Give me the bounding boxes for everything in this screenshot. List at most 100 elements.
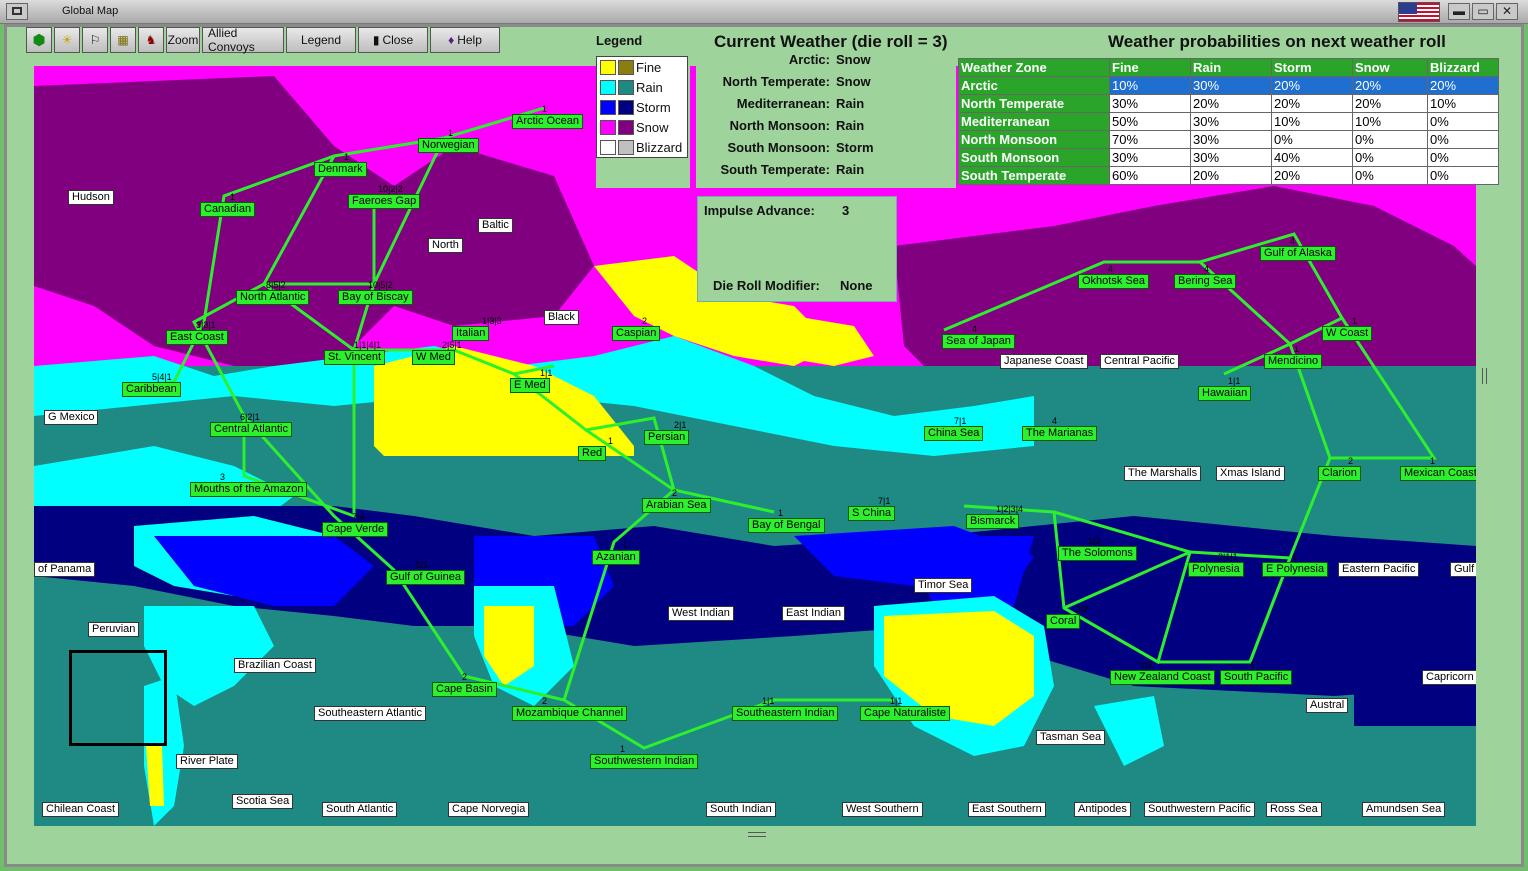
weather-button[interactable]: ☀ (54, 27, 80, 53)
sea-zone-label[interactable]: Sea of Japan (942, 334, 1015, 349)
sea-zone-label[interactable]: Gulf of Alaska (1260, 246, 1336, 261)
table-row[interactable]: South Temperate 60% 20% 20% 0% 0% (958, 166, 1499, 185)
legend-button[interactable]: Legend (286, 27, 356, 53)
sea-zone-label[interactable]: Caribbean (122, 382, 181, 397)
sea-zone-label[interactable]: The Marianas (1022, 426, 1098, 441)
sea-zone-label[interactable]: Norwegian (418, 138, 479, 153)
zoom-button[interactable]: Zoom (166, 27, 200, 53)
help-button[interactable]: ♦ Help (430, 27, 500, 53)
close-window-button[interactable]: ✕ (1496, 3, 1518, 20)
sea-zone-label[interactable]: Azanian (592, 550, 640, 565)
allied-convoys-button[interactable]: Allied Convoys (202, 26, 284, 54)
map-zone-label[interactable]: Amundsen Sea (1362, 802, 1446, 817)
map-zone-label[interactable]: Southeastern Atlantic (314, 706, 426, 721)
sea-zone-label[interactable]: Mouths of the Amazon (190, 482, 308, 497)
sea-zone-label[interactable]: Cape Verde (322, 522, 389, 537)
sea-zone-label[interactable]: Mozambique Channel (512, 706, 628, 721)
sea-zone-label[interactable]: Mexican Coast (1400, 466, 1476, 481)
sea-zone-label[interactable]: W Coast (1322, 326, 1373, 341)
sea-zone-label[interactable]: Cape Basin (432, 682, 497, 697)
horizontal-scroll-handle[interactable] (748, 832, 766, 837)
sea-zone-label[interactable]: Bismarck (966, 514, 1020, 529)
restore-icon-button[interactable]: ▭ (1472, 3, 1494, 20)
sea-zone-label[interactable]: St. Vincent (324, 350, 385, 365)
table-row[interactable]: Mediterranean 50% 30% 10% 10% 0% (958, 112, 1499, 131)
sea-zone-label[interactable]: Cape Naturaliste (860, 706, 950, 721)
grid-button[interactable]: ▦ (110, 27, 136, 53)
sea-zone-label[interactable]: Southwestern Indian (590, 754, 699, 769)
sea-zone-label[interactable]: Clarion (1318, 466, 1361, 481)
sea-zone-label[interactable]: E Polynesia (1262, 562, 1329, 577)
sea-zone-label[interactable]: Southeastern Indian (732, 706, 839, 721)
sea-zone-label[interactable]: Red (578, 446, 607, 461)
map-zone-label[interactable]: South Atlantic (322, 802, 398, 817)
sea-zone-label[interactable]: Coral (1046, 614, 1081, 629)
sea-zone-label[interactable]: Okhotsk Sea (1078, 274, 1149, 289)
sea-zone-label[interactable]: Arctic Ocean (512, 114, 583, 129)
map-zone-label[interactable]: South Indian (706, 802, 776, 817)
globe-button[interactable]: ⬢ (26, 27, 52, 53)
map-zone-label[interactable]: Central Pacific (1100, 354, 1179, 369)
map-zone-label[interactable]: Capricorn (1422, 670, 1476, 685)
table-row[interactable]: North Temperate 30% 20% 20% 20% 10% (958, 94, 1499, 113)
map-zone-label[interactable]: Peruvian (88, 622, 140, 637)
unit-button[interactable]: ♞ (138, 27, 164, 53)
sea-zone-label[interactable]: Bay of Biscay (338, 290, 413, 305)
sea-zone-label[interactable]: Italian (452, 326, 490, 341)
sea-zone-label[interactable]: E Med (510, 378, 550, 393)
map-zone-label[interactable]: of Panama (34, 562, 96, 577)
map-zone-label[interactable]: West Southern (842, 802, 923, 817)
close-button[interactable]: ▮ Close (358, 27, 428, 53)
sea-zone-label[interactable]: China Sea (924, 426, 984, 441)
map-zone-label[interactable]: Ross Sea (1266, 802, 1322, 817)
sea-zone-label[interactable]: Central Atlantic (210, 422, 292, 437)
map-zone-label[interactable]: Eastern Pacific (1338, 562, 1420, 577)
sea-zone-label[interactable]: Arabian Sea (642, 498, 711, 513)
map-zone-label[interactable]: Hudson (68, 190, 114, 205)
map-zone-label[interactable]: Brazilian Coast (234, 658, 316, 673)
sea-zone-label[interactable]: South Pacific (1220, 670, 1293, 685)
sea-zone-label[interactable]: Canadian (200, 202, 256, 217)
minimize-button[interactable]: ▬ (1448, 3, 1470, 20)
sea-zone-label[interactable]: Faeroes Gap (348, 194, 421, 209)
sea-zone-label[interactable]: New Zealand Coast (1110, 670, 1215, 685)
map-zone-label[interactable]: Tasman Sea (1036, 730, 1106, 745)
sea-zone-label[interactable]: North Atlantic (236, 290, 310, 305)
table-row[interactable]: North Monsoon 70% 30% 0% 0% 0% (958, 130, 1499, 149)
map-zone-label[interactable]: G Mexico (44, 410, 99, 425)
map-zone-label[interactable]: West Indian (668, 606, 734, 621)
map-zone-label[interactable]: Timor Sea (914, 578, 973, 593)
system-menu-button[interactable] (6, 3, 28, 20)
map-viewport-selector[interactable] (69, 650, 167, 746)
sea-zone-label[interactable]: Hawaiian (1198, 386, 1252, 401)
map-zone-label[interactable]: Japanese Coast (1000, 354, 1088, 369)
map-zone-label[interactable]: Cape Norvegia (448, 802, 530, 817)
map-zone-label[interactable]: Black (544, 310, 579, 325)
sea-zone-label[interactable]: Persian (644, 430, 690, 445)
sea-zone-label[interactable]: Bay of Bengal (748, 518, 825, 533)
map-zone-label[interactable]: Chilean Coast (42, 802, 120, 817)
flag-button[interactable]: ⚐ (82, 27, 108, 53)
sea-zone-label[interactable]: Caspian (612, 326, 661, 341)
sea-zone-label[interactable]: Mendicino (1264, 354, 1323, 369)
map-zone-label[interactable]: Antipodes (1074, 802, 1131, 817)
table-row[interactable]: Arctic 10% 30% 20% 20% 20% (958, 76, 1499, 95)
map-zone-label[interactable]: North (428, 238, 463, 253)
sea-zone-label[interactable]: W Med (412, 350, 455, 365)
map-zone-label[interactable]: Baltic (478, 218, 513, 233)
vertical-scroll-handle[interactable] (1482, 368, 1487, 384)
map-zone-label[interactable]: Southwestern Pacific (1144, 802, 1255, 817)
map-zone-label[interactable]: Austral (1306, 698, 1349, 713)
sea-zone-label[interactable]: S China (848, 506, 896, 521)
sea-zone-label[interactable]: The Solomons (1058, 546, 1137, 561)
sea-zone-label[interactable]: Denmark (314, 162, 367, 177)
map-zone-label[interactable]: River Plate (176, 754, 238, 769)
sea-zone-label[interactable]: Bering Sea (1174, 274, 1237, 289)
map-zone-label[interactable]: Scotia Sea (232, 794, 294, 809)
map-zone-label[interactable]: East Southern (968, 802, 1046, 817)
sea-zone-label[interactable]: Polynesia (1188, 562, 1244, 577)
map-zone-label[interactable]: Xmas Island (1216, 466, 1285, 481)
table-row[interactable]: South Monsoon 30% 30% 40% 0% 0% (958, 148, 1499, 167)
map-zone-label[interactable]: The Marshalls (1124, 466, 1202, 481)
map-zone-label[interactable]: Gulf (1450, 562, 1476, 577)
